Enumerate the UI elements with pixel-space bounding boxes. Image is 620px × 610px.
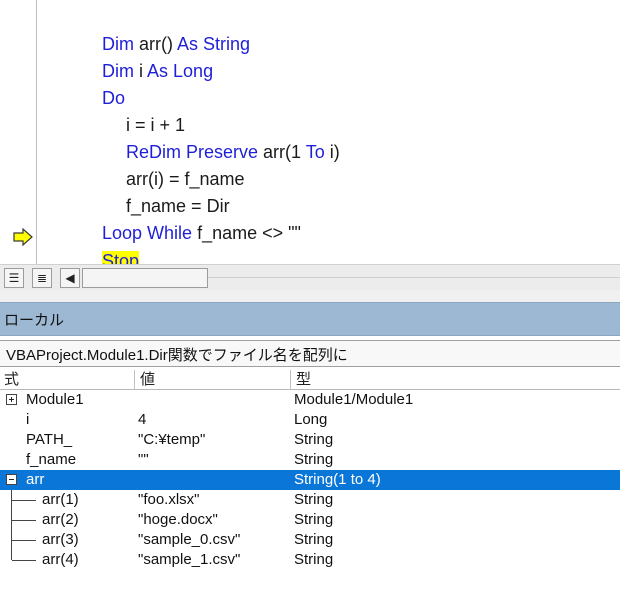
column-resize-handle[interactable] [134, 370, 135, 390]
locals-row-module[interactable]: Module1 Module1/Module1 [0, 390, 620, 410]
horizontal-scrollbar-thumb[interactable] [82, 268, 208, 288]
variable-type: String [294, 511, 334, 528]
variable-name: arr(1) [42, 491, 79, 508]
locals-context-bar[interactable]: VBAProject.Module1.Dir関数でファイル名を配列に [0, 340, 620, 367]
locals-row-child[interactable]: arr(3) "sample_0.csv" String [0, 530, 620, 550]
locals-variable-list: Module1 Module1/Module1 i 4 Long PATH_ "… [0, 390, 620, 610]
margin-indicator-bar[interactable] [0, 0, 36, 264]
vba-editor-window: Dim arr() As String Dim i As Long Do i =… [0, 0, 620, 610]
locals-row[interactable]: PATH_ "C:¥temp" String [0, 430, 620, 450]
variable-type: String [294, 531, 334, 548]
code-token-keyword: To [305, 142, 330, 162]
variable-name: arr [26, 471, 45, 488]
procedure-view-button[interactable]: ☰ [4, 268, 24, 288]
locals-row-child[interactable]: arr(1) "foo.xlsx" String [0, 490, 620, 510]
variable-type: String [294, 551, 334, 568]
code-line[interactable]: Dim i As Long [72, 35, 213, 81]
pane-splitter[interactable] [0, 290, 620, 302]
variable-name: arr(3) [42, 531, 79, 548]
variable-value[interactable]: 4 [138, 411, 146, 429]
horizontal-scrollbar-track[interactable] [208, 277, 620, 278]
variable-name: f_name [26, 451, 77, 468]
code-line[interactable]: i = i + 1 [96, 89, 185, 135]
column-header-value[interactable]: 値 [136, 371, 290, 389]
variable-type: String [294, 431, 334, 448]
variable-type: String [294, 451, 334, 468]
code-token: f_name <> "" [197, 223, 301, 243]
variable-type: String [294, 491, 334, 508]
code-token: i [139, 61, 148, 81]
code-line[interactable]: Do [72, 62, 125, 108]
editor-bottom-strip: ☰ ≣ ◀ [0, 264, 620, 291]
column-header-expression[interactable]: 式 [0, 371, 134, 389]
code-editor[interactable]: Dim arr() As String Dim i As Long Do i =… [0, 0, 620, 271]
tree-connector-line [12, 500, 36, 501]
gutter-divider [36, 0, 37, 264]
full-module-view-button[interactable]: ≣ [32, 268, 52, 288]
variable-value[interactable]: "foo.xlsx" [138, 491, 200, 509]
tree-connector-line [12, 560, 36, 561]
tree-connector-line [12, 520, 36, 521]
locals-context-label: VBAProject.Module1.Dir関数でファイル名を配列に [6, 347, 348, 364]
variable-type: String(1 to 4) [294, 471, 381, 488]
scroll-left-button[interactable]: ◀ [60, 268, 80, 288]
locals-row-child[interactable]: arr(2) "hoge.docx" String [0, 510, 620, 530]
code-line[interactable]: ReDim Preserve arr(1 To i) [96, 116, 340, 162]
variable-name: i [26, 411, 30, 428]
code-line[interactable]: Loop While f_name <> "" [72, 197, 301, 243]
scroll-left-icon: ◀ [65, 271, 75, 285]
current-execution-line[interactable]: Stop [72, 225, 140, 271]
locals-column-header: 式 値 型 [0, 370, 620, 390]
expand-plus-icon[interactable] [6, 394, 17, 405]
column-header-type[interactable]: 型 [292, 371, 620, 389]
variable-name: arr(2) [42, 511, 79, 528]
code-line[interactable]: f_name = Dir [96, 170, 230, 216]
collapse-minus-icon[interactable] [6, 474, 17, 485]
variable-type: Long [294, 411, 328, 428]
locals-window-title: ローカル [4, 312, 65, 329]
variable-type: Module1/Module1 [294, 391, 414, 408]
locals-row-selected[interactable]: arr String(1 to 4) [0, 470, 620, 490]
variable-name: arr(4) [42, 551, 79, 568]
code-token: i) [329, 142, 340, 162]
variable-value[interactable]: "" [138, 451, 149, 469]
full-module-view-icon: ≣ [36, 271, 48, 285]
locals-row[interactable]: i 4 Long [0, 410, 620, 430]
variable-value[interactable]: "sample_1.csv" [138, 551, 240, 569]
variable-name: PATH_ [26, 431, 73, 448]
procedure-view-icon: ☰ [8, 271, 20, 285]
column-resize-handle[interactable] [290, 370, 291, 390]
locals-row[interactable]: f_name "" String [0, 450, 620, 470]
locals-row-child[interactable]: arr(4) "sample_1.csv" String [0, 550, 620, 570]
code-token-keyword: As Long [147, 61, 214, 81]
variable-value[interactable]: "sample_0.csv" [138, 531, 240, 549]
variable-name: Module1 [26, 391, 84, 408]
code-line[interactable]: arr(i) = f_name [96, 143, 245, 189]
tree-connector-line [12, 540, 36, 541]
variable-value[interactable]: "C:¥temp" [138, 431, 205, 449]
execution-arrow-icon [13, 228, 33, 246]
code-line[interactable]: Dim arr() As String [72, 8, 250, 54]
variable-value[interactable]: "hoge.docx" [138, 511, 218, 529]
code-token: arr(1 [263, 142, 306, 162]
locals-window-title-bar[interactable]: ローカル [0, 302, 620, 336]
